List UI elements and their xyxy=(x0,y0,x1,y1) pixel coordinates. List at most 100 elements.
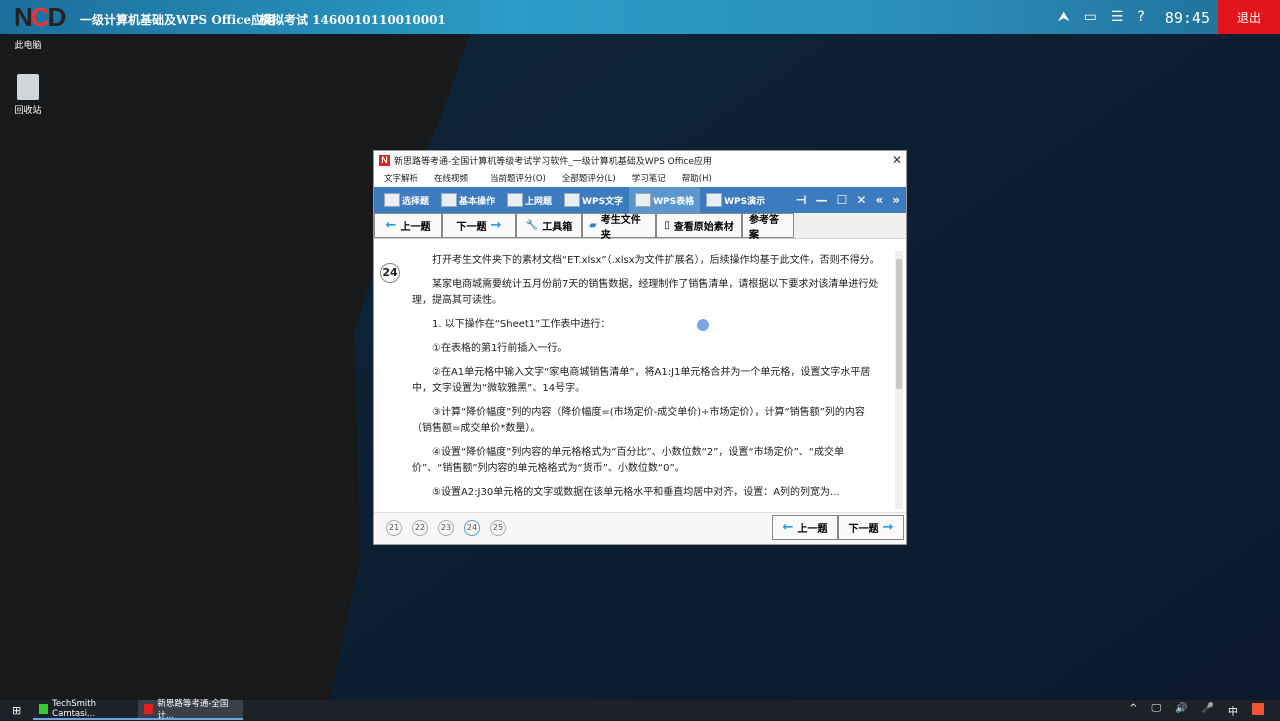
desktop-icon-this-pc[interactable]: 此电脑 xyxy=(8,38,48,51)
tab-wps-presentation[interactable]: WPS演示 xyxy=(700,187,771,213)
double-left-icon[interactable]: « xyxy=(875,193,883,207)
choice-icon xyxy=(384,193,400,207)
arrow-left-icon: ← xyxy=(385,218,397,233)
button-label: 考生文件夹 xyxy=(600,214,641,241)
basic-icon xyxy=(441,193,458,207)
list-icon[interactable]: ☰ xyxy=(1111,9,1124,27)
collapse-icon[interactable]: ⮝ xyxy=(1058,9,1070,27)
toolbox-button[interactable]: 🔧 工具箱 xyxy=(516,213,582,238)
question-number: 24 xyxy=(380,263,400,283)
desktop-icon-label: 回收站 xyxy=(14,106,42,116)
tab-wps-writer[interactable]: WPS文字 xyxy=(558,187,629,213)
exam-topbar: NCD 一级计算机基础及WPS Office应用 模拟考试 1460010110… xyxy=(0,0,1280,34)
app-window: N 新思路等考通-全国计算机等级考试学习软件_一级计算机基础及WPS Office… xyxy=(373,150,907,545)
menu-text-analysis[interactable]: 文字解析 xyxy=(384,172,418,184)
menu-score-current[interactable]: 当前题评分(O) xyxy=(490,172,546,184)
internet-icon xyxy=(507,193,524,207)
task-label: TechSmith Camtasi... xyxy=(52,699,96,719)
camtasia-icon xyxy=(39,704,49,714)
app-logo-icon xyxy=(144,704,154,714)
menu-score-all[interactable]: 全部题评分(L) xyxy=(562,172,616,184)
button-label: 上一题 xyxy=(400,222,431,233)
button-label: 工具箱 xyxy=(542,222,573,233)
maximize-icon[interactable]: ☐ xyxy=(837,193,848,207)
task-label: 新思路等考通-全国计... xyxy=(157,699,229,721)
tab-label: 选择题 xyxy=(402,196,430,207)
question-paragraph: ④设置“降价幅度”列内容的单元格格式为“百分比”、小数位数“2”，设置“市场定价… xyxy=(412,447,844,474)
button-label: 上一题 xyxy=(797,524,828,535)
arrow-left-icon: ← xyxy=(782,520,794,535)
close-icon[interactable]: ✕ xyxy=(892,153,902,167)
presentation-icon xyxy=(706,193,723,207)
question-paragraph: 某家电商城需要统计五月份前7天的销售数据，经理制作了销售清单，请根据以下要求对该… xyxy=(412,279,879,306)
tab-choice[interactable]: 选择题 xyxy=(378,187,435,213)
page-23[interactable]: 23 xyxy=(438,520,454,536)
student-folder-button[interactable]: ▰ 考生文件夹 xyxy=(582,213,656,241)
folder-icon: ▰ xyxy=(589,220,597,231)
window-titlebar: N 新思路等考通-全国计算机等级考试学习软件_一级计算机基础及WPS Office… xyxy=(374,151,906,169)
microphone-icon[interactable]: 🎤 xyxy=(1202,703,1214,718)
task-exam-app[interactable]: 新思路等考通-全国计... xyxy=(138,699,244,721)
button-label: 查看原始素材 xyxy=(673,222,734,233)
windows-start-icon[interactable]: ⊞ xyxy=(0,704,33,717)
button-label: 下一题 xyxy=(848,524,879,535)
arrow-right-icon: → xyxy=(882,520,894,535)
app-logo-icon: N xyxy=(379,154,390,166)
prev-question-button[interactable]: ← 上一题 xyxy=(374,213,442,238)
view-material-button[interactable]: ▯ 查看原始素材 xyxy=(656,213,742,238)
button-label: 参考答案 xyxy=(749,214,779,241)
tab-label: 基本操作 xyxy=(459,196,496,207)
tab-label: 上网题 xyxy=(525,196,553,207)
question-paragraph: ③计算“降价幅度”列的内容（降价幅度=(市场定价-成交单价)÷市场定价），计算“… xyxy=(412,407,865,434)
menu-online-video[interactable]: 在线视频 xyxy=(434,172,468,184)
question-paragraph: ①在表格的第1行前插入一行。 xyxy=(432,343,568,354)
tab-label: WPS表格 xyxy=(653,196,695,207)
question-paragraph: ⑤设置A2:J30单元格的文字或数据在该单元格水平和垂直均居中对齐，设置：A列的… xyxy=(432,487,840,498)
wrench-icon: 🔧 xyxy=(525,220,539,231)
recycle-bin-icon xyxy=(17,74,39,100)
toolbar: ← 上一题 下一题 → 🔧 工具箱 ▰ 考生文件夹 ▯ 查看原始素材 参考答案 xyxy=(374,213,906,241)
tab-basic[interactable]: 基本操作 xyxy=(435,187,501,213)
category-tabs: 选择题 基本操作 上网题 WPS文字 WPS表格 WPS演示 ⊣ — ☐ ✕ « » xyxy=(374,187,906,213)
bottom-next-button[interactable]: 下一题 → xyxy=(838,515,904,540)
ime-indicator[interactable]: 中 xyxy=(1228,703,1238,718)
button-label: 下一题 xyxy=(456,222,487,233)
question-content: 24 打开考生文件夹下的素材文档“ET.xlsx”（.xlsx为文件扩展名），后… xyxy=(374,245,894,513)
document-icon: ▯ xyxy=(664,220,670,231)
desktop-icon-label: 此电脑 xyxy=(14,41,42,51)
spreadsheet-icon xyxy=(635,193,652,207)
arrow-right-icon: → xyxy=(490,218,502,233)
writer-icon xyxy=(564,193,581,207)
menu-notes[interactable]: 学习笔记 xyxy=(632,172,666,184)
tab-wps-spreadsheet[interactable]: WPS表格 xyxy=(629,187,701,213)
exam-title: 一级计算机基础及WPS Office应用 xyxy=(80,13,276,27)
help-icon[interactable]: ? xyxy=(1137,9,1144,27)
exit-button[interactable]: 退出 xyxy=(1218,0,1280,34)
content-scrollbar[interactable] xyxy=(895,251,903,509)
network-icon[interactable]: 🖵 xyxy=(1151,703,1161,718)
page-24[interactable]: 24 xyxy=(464,520,480,536)
page-22[interactable]: 22 xyxy=(412,520,428,536)
tab-internet[interactable]: 上网题 xyxy=(501,187,558,213)
task-camtasia[interactable]: TechSmith Camtasi... xyxy=(33,699,139,720)
scrollbar-thumb[interactable] xyxy=(896,259,902,389)
close-icon[interactable]: ✕ xyxy=(856,193,866,207)
next-question-button[interactable]: 下一题 → xyxy=(442,213,516,238)
question-paragraph: 打开考生文件夹下的素材文档“ET.xlsx”（.xlsx为文件扩展名），后续操作… xyxy=(432,255,880,266)
menu-help[interactable]: 帮助(H) xyxy=(682,172,712,184)
chevron-up-icon[interactable]: ^ xyxy=(1129,703,1137,718)
minimize-icon[interactable]: — xyxy=(816,193,828,207)
window-icon[interactable]: ▭ xyxy=(1084,9,1097,27)
double-right-icon[interactable]: » xyxy=(892,193,900,207)
pin-icon[interactable]: ⊣ xyxy=(796,193,807,207)
page-25[interactable]: 25 xyxy=(490,520,506,536)
volume-icon[interactable]: 🔊 xyxy=(1175,703,1187,718)
page-21[interactable]: 21 xyxy=(386,520,402,536)
question-paragraph: 1. 以下操作在“Sheet1”工作表中进行： xyxy=(432,319,611,330)
sogou-icon[interactable] xyxy=(1252,702,1264,715)
tab-label: WPS文字 xyxy=(582,196,624,207)
reference-answer-button[interactable]: 参考答案 xyxy=(742,213,794,241)
tab-label: WPS演示 xyxy=(724,196,766,207)
desktop-icon-recycle-bin[interactable]: 回收站 xyxy=(8,74,48,116)
bottom-prev-button[interactable]: ← 上一题 xyxy=(772,515,838,540)
